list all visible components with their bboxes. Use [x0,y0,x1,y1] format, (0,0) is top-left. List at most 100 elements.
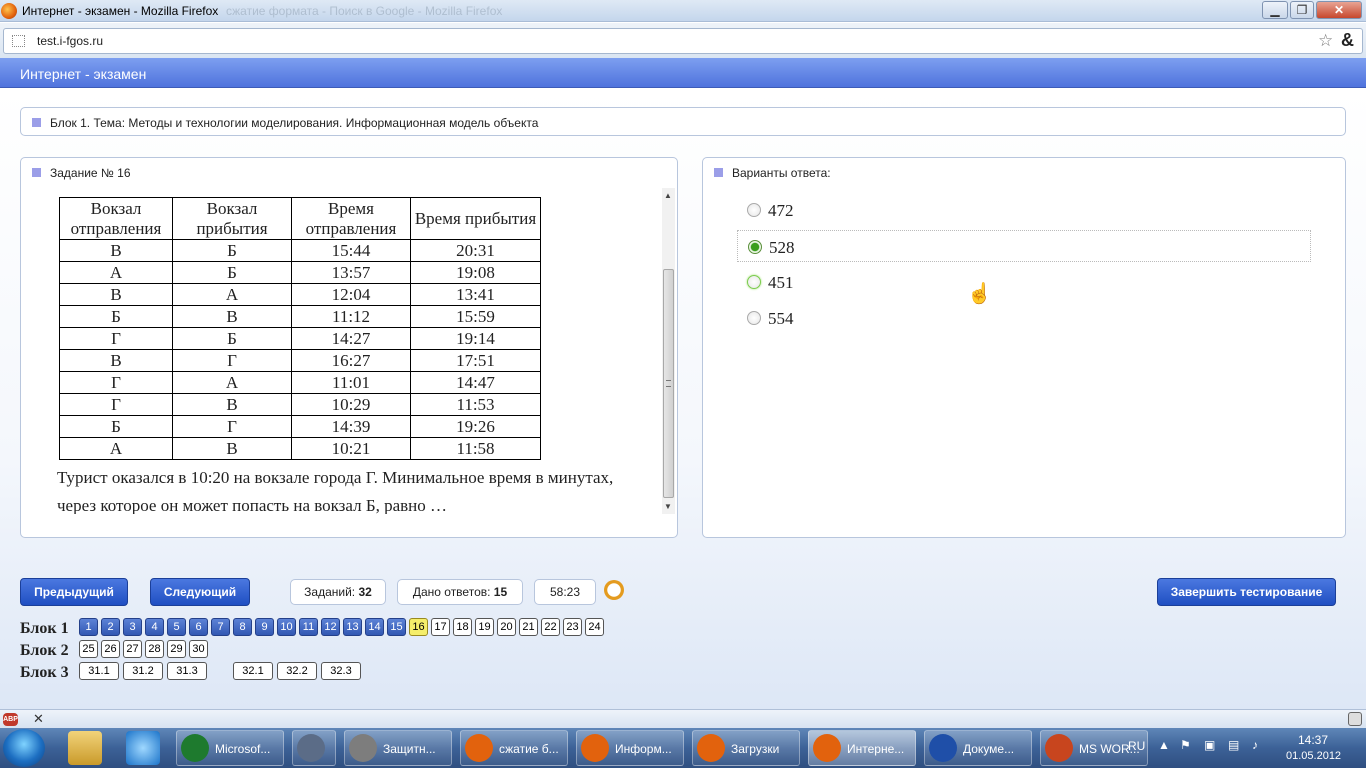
close-addon-bar-icon[interactable]: ✕ [33,711,44,727]
question-content: Вокзал отправления Вокзал прибытия Время… [21,188,661,514]
task-number-button[interactable]: 32.2 [277,662,317,680]
task-number-button[interactable]: 22 [541,618,560,636]
task-number-button[interactable]: 6 [189,618,208,636]
radio-button[interactable] [747,203,761,217]
taskbar-button[interactable]: Интерне... [808,730,916,766]
task-number-button[interactable]: 19 [475,618,494,636]
clock-date[interactable]: 01.05.2012 [1286,750,1341,762]
task-number-button[interactable]: 24 [585,618,604,636]
taskbar-button[interactable]: сжатие б... [460,730,568,766]
radio-button[interactable] [747,311,761,325]
task-number-button[interactable]: 8 [233,618,252,636]
answers-panel: Варианты ответа: 472 528 451 554 [702,157,1346,538]
task-number-button[interactable]: 3 [123,618,142,636]
m-icon [297,734,325,762]
radio-button[interactable] [747,275,761,289]
tray-arrow-icon[interactable]: ▲ [1158,738,1170,752]
task-number-button[interactable]: 26 [101,640,120,658]
taskbar-button[interactable]: Загрузки [692,730,800,766]
tasks-value: 32 [358,585,372,599]
radio-button[interactable] [748,240,762,254]
taskbar-button[interactable]: Докуме... [924,730,1032,766]
table-cell: Б [59,305,173,328]
table-cell: В [59,283,173,306]
task-number-button[interactable]: 31.2 [123,662,163,680]
task-number-button[interactable]: 5 [167,618,186,636]
url-text[interactable]: test.i-fgos.ru [37,34,103,48]
task-number-button[interactable]: 18 [453,618,472,636]
task-number-button[interactable]: 11 [299,618,318,636]
address-bar[interactable]: test.i-fgos.ru ☆ & [3,28,1363,54]
table-cell: 20:31 [410,239,541,262]
answer-option[interactable]: 451 [737,266,1311,298]
task-number-button[interactable]: 29 [167,640,186,658]
adblock-icon[interactable]: ABP [3,713,18,726]
alarm-clock-icon [604,580,624,600]
explorer-icon[interactable] [68,731,102,765]
task-number-button[interactable]: 9 [255,618,274,636]
maximize-button[interactable]: ❐ [1290,1,1314,19]
task-number-button[interactable]: 30 [189,640,208,658]
next-button[interactable]: Следующий [150,578,250,606]
table-cell: 10:21 [291,437,411,460]
finish-button[interactable]: Завершить тестирование [1157,578,1336,606]
task-number-button[interactable]: 25 [79,640,98,658]
task-number-button[interactable]: 17 [431,618,450,636]
app-title: Интернет - экзамен [20,66,147,82]
answer-option[interactable]: 472 [737,194,1311,226]
scroll-down-icon[interactable]: ▼ [664,502,672,511]
answer-option[interactable]: 528 [737,230,1311,262]
table-cell: Б [172,239,292,262]
firefox-icon [465,734,493,762]
task-number-button[interactable]: 31.1 [79,662,119,680]
bookmark-star-icon[interactable]: ☆ [1318,31,1333,51]
table-cell: В [172,393,292,416]
task-number-button[interactable]: 15 [387,618,406,636]
table-cell: Б [59,415,173,438]
task-number-button[interactable]: 23 [563,618,582,636]
minimize-button[interactable]: ▁ [1262,1,1288,19]
task-number-button[interactable]: 27 [123,640,142,658]
table-row: А Б 13:57 19:08 [59,261,541,284]
answer-option[interactable]: 554 [737,302,1311,334]
task-number-button[interactable]: 21 [519,618,538,636]
task-number-button[interactable]: 10 [277,618,296,636]
scroll-up-icon[interactable]: ▲ [664,191,672,200]
language-indicator[interactable]: RU [1128,739,1145,753]
task-number-button[interactable]: 28 [145,640,164,658]
table-cell: 11:12 [291,305,411,328]
internet-explorer-icon[interactable] [126,731,160,765]
task-number-button[interactable]: 16 [409,618,428,636]
close-button[interactable]: ✕ [1316,1,1362,19]
taskbar-button[interactable]: Microsof... [176,730,284,766]
start-button[interactable] [3,729,45,767]
task-number-button[interactable]: 13 [343,618,362,636]
prev-button[interactable]: Предыдущий [20,578,128,606]
task-number-button[interactable]: 1 [79,618,98,636]
bullet-square-icon [32,168,41,177]
task-number-button[interactable]: 20 [497,618,516,636]
taskbar-button[interactable]: Защитн... [344,730,452,766]
device-icon[interactable]: ▣ [1204,738,1215,752]
table-cell: 13:41 [410,283,541,306]
block-label: Блок 2 [20,642,69,659]
table-cell: Б [172,327,292,350]
clock-time[interactable]: 14:37 [1298,733,1328,747]
task-number-button[interactable]: 31.3 [167,662,207,680]
task-number-button[interactable]: 12 [321,618,340,636]
addon-icon[interactable]: & [1341,30,1354,51]
task-number-button[interactable]: 2 [101,618,120,636]
task-number-button[interactable]: 32.1 [233,662,273,680]
volume-muted-icon[interactable]: ♪ [1252,738,1258,752]
network-icon[interactable]: ▤ [1228,738,1239,752]
table-cell: 12:04 [291,283,411,306]
task-number-button[interactable]: 32.3 [321,662,361,680]
task-number-button[interactable]: 4 [145,618,164,636]
task-number-button[interactable]: 14 [365,618,384,636]
taskbar-button[interactable]: Информ... [576,730,684,766]
flag-icon[interactable]: ⚑ [1180,738,1191,752]
task-number-button[interactable]: 7 [211,618,230,636]
question-scrollbar[interactable]: ▲ ▼ [662,188,675,514]
scrollbar-thumb[interactable] [663,269,674,498]
taskbar-button[interactable] [292,730,336,766]
